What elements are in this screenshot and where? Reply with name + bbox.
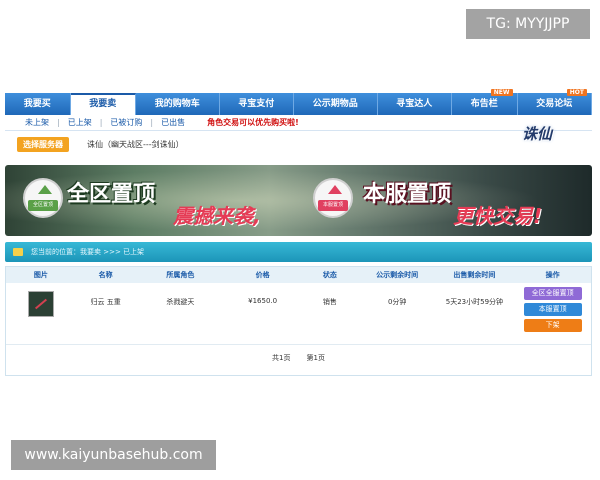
arrow-shape bbox=[38, 185, 52, 194]
tab-public-items[interactable]: 公示期物品 bbox=[294, 93, 378, 115]
sub-nav: 未上架 | 已上架 | 已被订购 | 已出售 角色交易可以优先购买啦! bbox=[5, 115, 592, 131]
game-logo: 诛仙 bbox=[522, 125, 553, 143]
tab-label: 寻宝达人 bbox=[396, 99, 433, 109]
item-public-time: 0分钟 bbox=[387, 298, 407, 306]
banner-headline-global: 全区置顶 bbox=[67, 182, 156, 207]
tab-sell[interactable]: 我要卖 bbox=[70, 93, 136, 115]
up-arrow-icon: 全区置顶 bbox=[23, 178, 63, 218]
breadcrumb: 您当前的位置：我要卖 >>> 已上架 bbox=[5, 242, 592, 262]
tab-label: 我的购物车 bbox=[154, 99, 200, 109]
new-badge: NEW bbox=[490, 89, 513, 96]
tab-bulletin[interactable]: 布告栏 NEW bbox=[452, 89, 518, 115]
separator: | bbox=[57, 118, 60, 127]
breadcrumb-text: 您当前的位置：我要卖 >>> 已上架 bbox=[31, 248, 145, 256]
banner-slogan-global: 震撼来袭, bbox=[173, 204, 261, 228]
table-row: 归云 五重 杀戮避天 ¥1650.0 销售 0分钟 5天23小时59分钟 全区全… bbox=[6, 283, 591, 345]
header-name: 名称 bbox=[98, 271, 113, 279]
tab-label: 我要买 bbox=[23, 99, 51, 109]
global-top-button[interactable]: 全区全服置顶 bbox=[523, 287, 582, 300]
item-role: 杀戮避天 bbox=[166, 298, 195, 306]
arrow-shape bbox=[328, 185, 342, 194]
pager-total: 共1页 bbox=[272, 353, 291, 362]
tab-label: 我要卖 bbox=[89, 99, 117, 109]
separator: | bbox=[99, 118, 103, 127]
subnav-unlisted[interactable]: 未上架 bbox=[25, 117, 49, 128]
tab-pay[interactable]: 寻宝支付 bbox=[220, 93, 294, 115]
item-thumbnail[interactable] bbox=[27, 291, 54, 317]
header-sale-time: 出售剩余时间 bbox=[453, 271, 496, 279]
trade-page: 我要买 我要卖 我的购物车 寻宝支付 公示期物品 寻宝达人 布告栏 NEW 交易… bbox=[5, 89, 592, 376]
badge-tag: 本服置顶 bbox=[318, 200, 348, 211]
promo-banner[interactable]: 全区置顶 全区置顶 震撼来袭, 本服置顶 本服置顶 更快交易! bbox=[5, 165, 592, 236]
pagination: 共1页 第1页 bbox=[6, 345, 591, 370]
up-arrow-icon: 本服置顶 bbox=[313, 178, 353, 218]
tab-label: 布告栏 bbox=[470, 99, 498, 109]
tab-label: 交易论坛 bbox=[536, 99, 573, 109]
table-header: 图片 名称 所属角色 价格 状态 公示剩余时间 出售剩余时间 操作 bbox=[6, 267, 591, 283]
delist-button[interactable]: 下架 bbox=[523, 319, 582, 332]
header-actions: 操作 bbox=[545, 271, 560, 279]
header-price: 价格 bbox=[255, 271, 270, 279]
banner-headline-server: 本服置顶 bbox=[363, 182, 452, 207]
header-public-time: 公示剩余时间 bbox=[376, 271, 419, 279]
tab-experts[interactable]: 寻宝达人 bbox=[378, 93, 452, 115]
header-status: 状态 bbox=[322, 271, 337, 279]
banner-slogan-server: 更快交易! bbox=[453, 204, 543, 228]
tab-label: 公示期物品 bbox=[312, 99, 358, 109]
item-name: 归云 五重 bbox=[90, 298, 121, 306]
item-status: 销售 bbox=[322, 298, 337, 306]
pager-current[interactable]: 第1页 bbox=[307, 353, 325, 363]
separator: | bbox=[150, 118, 154, 127]
listing-table: 图片 名称 所属角色 价格 状态 公示剩余时间 出售剩余时间 操作 归云 五重 … bbox=[5, 266, 592, 376]
item-sale-time: 5天23小时59分钟 bbox=[445, 298, 504, 306]
subnav-sold[interactable]: 已出售 bbox=[161, 117, 185, 128]
promo-notice[interactable]: 角色交易可以优先购买啦! bbox=[207, 117, 299, 128]
location-icon bbox=[13, 248, 23, 256]
hot-badge: HOT bbox=[566, 89, 587, 96]
main-nav: 我要买 我要卖 我的购物车 寻宝支付 公示期物品 寻宝达人 布告栏 NEW 交易… bbox=[5, 89, 592, 115]
server-top-button[interactable]: 本服置顶 bbox=[523, 303, 582, 316]
badge-tag: 全区置顶 bbox=[28, 200, 58, 211]
tab-buy[interactable]: 我要买 bbox=[5, 93, 71, 115]
tab-cart[interactable]: 我的购物车 bbox=[136, 93, 220, 115]
url-watermark: www.kaiyunbasehub.com bbox=[11, 440, 216, 470]
select-server-button[interactable]: 选择服务器 bbox=[17, 136, 69, 152]
tg-watermark: TG: MYYJJPP bbox=[466, 9, 590, 39]
server-bar: 选择服务器 诛仙（幽天战区---剑诛仙） 诛仙 bbox=[5, 125, 592, 157]
tab-label: 寻宝支付 bbox=[238, 99, 275, 109]
tab-forum[interactable]: 交易论坛 HOT bbox=[518, 89, 592, 115]
item-image-cell bbox=[6, 283, 76, 319]
header-image: 图片 bbox=[33, 271, 48, 279]
subnav-listed[interactable]: 已上架 bbox=[68, 117, 92, 128]
current-server: 诛仙（幽天战区---剑诛仙） bbox=[87, 139, 184, 149]
item-actions: 全区全服置顶 本服置顶 下架 bbox=[514, 283, 591, 335]
item-price: ¥1650.0 bbox=[248, 297, 278, 305]
header-role: 所属角色 bbox=[166, 271, 195, 279]
subnav-ordered[interactable]: 已被订购 bbox=[110, 117, 142, 128]
